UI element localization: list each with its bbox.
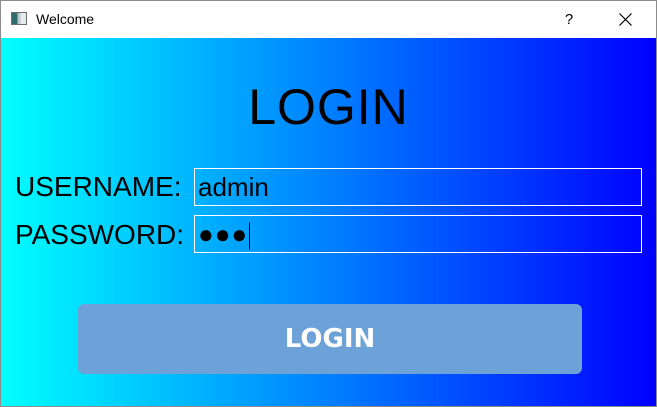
username-label: USERNAME: xyxy=(15,171,182,202)
window-title: Welcome xyxy=(36,11,95,27)
close-icon xyxy=(619,13,632,26)
title-bar[interactable]: Welcome ? xyxy=(1,1,656,38)
password-input[interactable]: ●●● xyxy=(194,215,642,253)
login-button[interactable]: LOGIN xyxy=(78,304,582,374)
login-window: Welcome ? LOGIN USERNAME: admin PASSWORD… xyxy=(0,0,657,407)
app-window-icon xyxy=(11,12,27,25)
help-button[interactable]: ? xyxy=(549,1,589,38)
login-panel: LOGIN USERNAME: admin PASSWORD: ●●● LOGI… xyxy=(1,38,656,406)
text-caret xyxy=(249,222,251,251)
page-title: LOGIN xyxy=(248,79,409,135)
username-input[interactable]: admin xyxy=(194,168,642,206)
username-value: admin xyxy=(198,172,269,202)
password-label: PASSWORD: xyxy=(15,219,185,250)
password-masked-value: ●●● xyxy=(198,219,249,249)
close-button[interactable] xyxy=(602,1,648,38)
